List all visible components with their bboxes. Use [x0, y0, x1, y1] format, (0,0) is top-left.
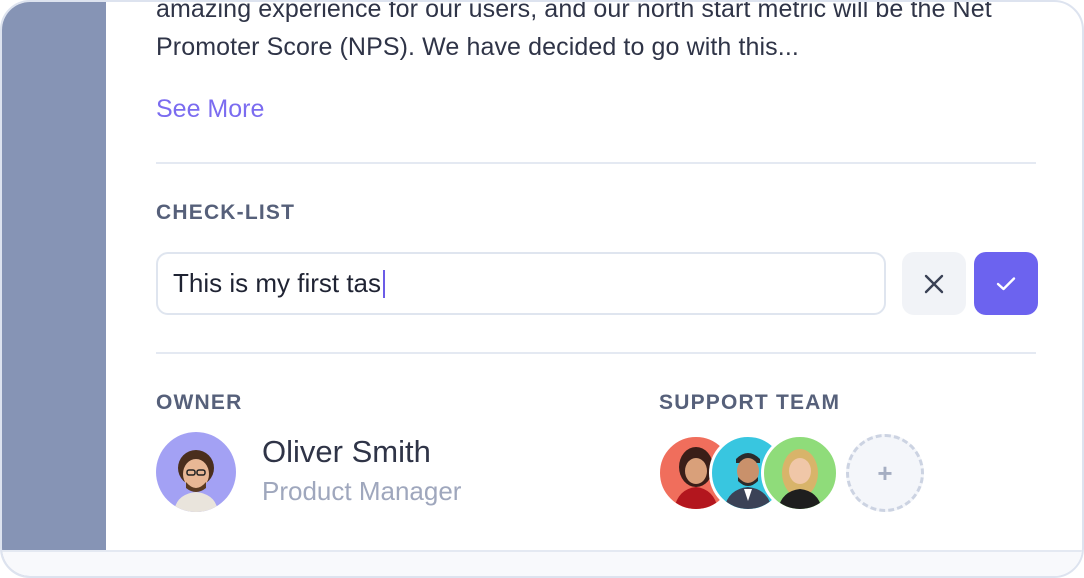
owner-role: Product Manager	[262, 476, 462, 506]
add-member-button[interactable]: +	[846, 434, 924, 512]
panel-content: amazing experience for our users, and ou…	[106, 2, 1082, 576]
divider	[156, 352, 1036, 354]
text-caret	[383, 269, 386, 298]
confirm-task-button[interactable]	[974, 252, 1038, 315]
checklist-label: CHECK-LIST	[156, 201, 296, 224]
panel-footer	[2, 550, 1082, 576]
checklist-input-value: This is my first tas	[173, 268, 382, 298]
task-detail-panel: amazing experience for our users, and ou…	[0, 0, 1084, 578]
see-more-link[interactable]: See More	[156, 95, 264, 124]
owner-avatar	[156, 432, 236, 512]
plus-icon: +	[877, 457, 893, 488]
checklist-task-input[interactable]: This is my first tas	[156, 252, 886, 315]
task-description: amazing experience for our users, and ou…	[156, 0, 992, 61]
owner-name: Oliver Smith	[262, 434, 431, 469]
divider	[156, 162, 1036, 164]
support-team-label: SUPPORT TEAM	[659, 391, 841, 414]
check-icon	[996, 276, 1016, 290]
sidebar	[2, 2, 106, 576]
support-member-avatar[interactable]	[761, 434, 839, 512]
owner-label: OWNER	[156, 391, 243, 414]
close-icon	[924, 274, 944, 293]
cancel-task-button[interactable]	[902, 252, 966, 315]
